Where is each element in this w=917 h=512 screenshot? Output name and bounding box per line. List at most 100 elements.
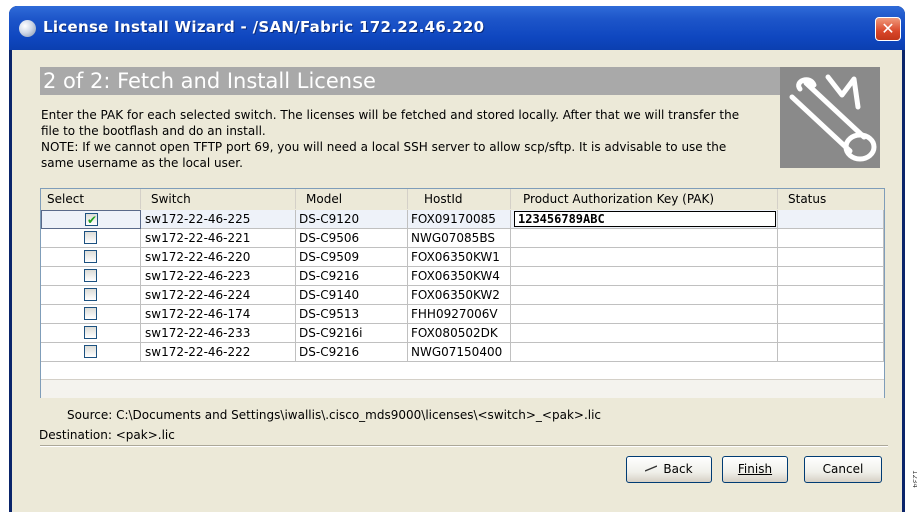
pak-cell[interactable] [511,267,778,286]
select-checkbox[interactable] [84,307,97,320]
wizard-window: License Install Wizard - /SAN/Fabric 172… [9,6,905,512]
select-checkbox[interactable] [84,288,97,301]
select-checkbox[interactable] [84,326,97,339]
hostid-cell: FHH0927006V [408,305,511,324]
select-cell [41,324,141,343]
pak-cell[interactable] [511,286,778,305]
switch-cell: sw172-22-46-220 [141,248,296,267]
checkmark-icon: ✔ [87,213,98,227]
model-cell: DS-C9509 [296,248,408,267]
model-cell: DS-C9513 [296,305,408,324]
step-title: 2 of 2: Fetch and Install License [43,69,376,93]
table-row[interactable]: sw172-22-46-220 DS-C9509 FOX06350KW1 [41,248,884,267]
status-cell [778,305,884,324]
table-row[interactable]: sw172-22-46-233 DS-C9216i FOX080502DK [41,324,884,343]
note-line: NOTE: If we cannot open TFTP port 69, yo… [41,140,727,154]
hostid-cell: FOX06350KW4 [408,267,511,286]
hostid-cell: NWG07085BS [408,229,511,248]
pak-input[interactable]: 123456789ABC [514,211,776,227]
source-path: C:\Documents and Settings\iwallis\.cisco… [116,408,602,422]
status-cell [778,267,884,286]
close-button[interactable]: ✕ [875,17,901,41]
table-row[interactable]: sw172-22-46-223 DS-C9216 FOX06350KW4 [41,267,884,286]
pak-cell[interactable] [511,229,778,248]
table-row[interactable]: sw172-22-46-221 DS-C9506 NWG07085BS [41,229,884,248]
destination-path: <pak>.lic [115,428,175,442]
back-arrow-icon [645,457,658,482]
hostid-cell: FOX06350KW1 [408,248,511,267]
cancel-button[interactable]: Cancel [804,456,882,483]
step-header: 2 of 2: Fetch and Install License [40,67,780,95]
button-separator [40,445,888,447]
switch-cell: sw172-22-46-221 [141,229,296,248]
switch-cell: sw172-22-46-174 [141,305,296,324]
select-cell [41,343,141,362]
title-bar[interactable]: License Install Wizard - /SAN/Fabric 172… [9,6,905,50]
select-checkbox[interactable] [84,269,97,282]
cancel-button-label: Cancel [822,462,864,476]
select-cell [41,286,141,305]
switch-cell: sw172-22-46-233 [141,324,296,343]
select-cell [41,229,141,248]
status-cell [778,248,884,267]
column-header-status[interactable]: Status [778,189,884,209]
select-cell [41,248,141,267]
note-line: same username as the local user. [41,156,243,170]
license-logo-icon [780,67,880,168]
switch-cell: sw172-22-46-223 [141,267,296,286]
hostid-cell: NWG07150400 [408,343,511,362]
select-checkbox[interactable] [84,250,97,263]
status-cell [778,286,884,305]
table-row[interactable]: sw172-22-46-174 DS-C9513 FHH0927006V [41,305,884,324]
model-cell: DS-C9216 [296,343,408,362]
app-icon [19,20,36,37]
status-cell [778,229,884,248]
table-empty-area [41,379,884,398]
pak-cell[interactable] [511,305,778,324]
status-cell [778,210,884,229]
model-cell: DS-C9506 [296,229,408,248]
column-header-select[interactable]: Select [41,189,141,209]
figure-id: 1234 [911,470,917,488]
instruction-line: file to the bootflash and do an install. [41,124,266,138]
select-cell [41,267,141,286]
column-header-hostid[interactable]: HostId [408,189,511,209]
column-header-model[interactable]: Model [296,189,408,209]
select-checkbox[interactable] [84,231,97,244]
wizard-body: 2 of 2: Fetch and Install License Enter … [12,50,902,512]
pak-cell[interactable]: 123456789ABC [511,210,778,229]
pak-cell[interactable] [511,248,778,267]
window-title: License Install Wizard - /SAN/Fabric 172… [43,18,485,36]
hostid-cell: FOX080502DK [408,324,511,343]
switch-cell: sw172-22-46-225 [141,210,296,229]
select-checkbox[interactable] [84,345,97,358]
destination-label: Destination: [39,428,112,442]
instruction-line: Enter the PAK for each selected switch. … [41,108,740,122]
back-button-label: Back [663,462,693,476]
column-header-pak[interactable]: Product Authorization Key (PAK) [511,189,778,209]
source-label: Source: [67,408,113,422]
select-checkbox[interactable]: ✔ [85,213,98,227]
select-cell: ✔ [41,210,141,229]
switch-cell: sw172-22-46-222 [141,343,296,362]
model-cell: DS-C9216i [296,324,408,343]
select-cell [41,305,141,324]
table-row[interactable]: ✔ sw172-22-46-225 DS-C9120 FOX09170085 12345… [41,210,884,229]
finish-button[interactable]: Finish [722,456,788,483]
table-row[interactable]: sw172-22-46-222 DS-C9216 NWG07150400 [41,343,884,362]
model-cell: DS-C9140 [296,286,408,305]
model-cell: DS-C9216 [296,267,408,286]
pak-cell[interactable] [511,324,778,343]
destination-row: Destination: <pak>.lic [39,428,175,442]
column-header-switch[interactable]: Switch [141,189,296,209]
back-button[interactable]: Back [626,456,712,483]
status-cell [778,324,884,343]
source-row: Source: C:\Documents and Settings\iwalli… [67,408,601,422]
status-cell [778,343,884,362]
model-cell: DS-C9120 [296,210,408,229]
table-row[interactable]: sw172-22-46-224 DS-C9140 FOX06350KW2 [41,286,884,305]
pak-cell[interactable] [511,343,778,362]
finish-button-label: Finish [737,462,773,476]
instructions: Enter the PAK for each selected switch. … [41,107,776,171]
switch-cell: sw172-22-46-224 [141,286,296,305]
